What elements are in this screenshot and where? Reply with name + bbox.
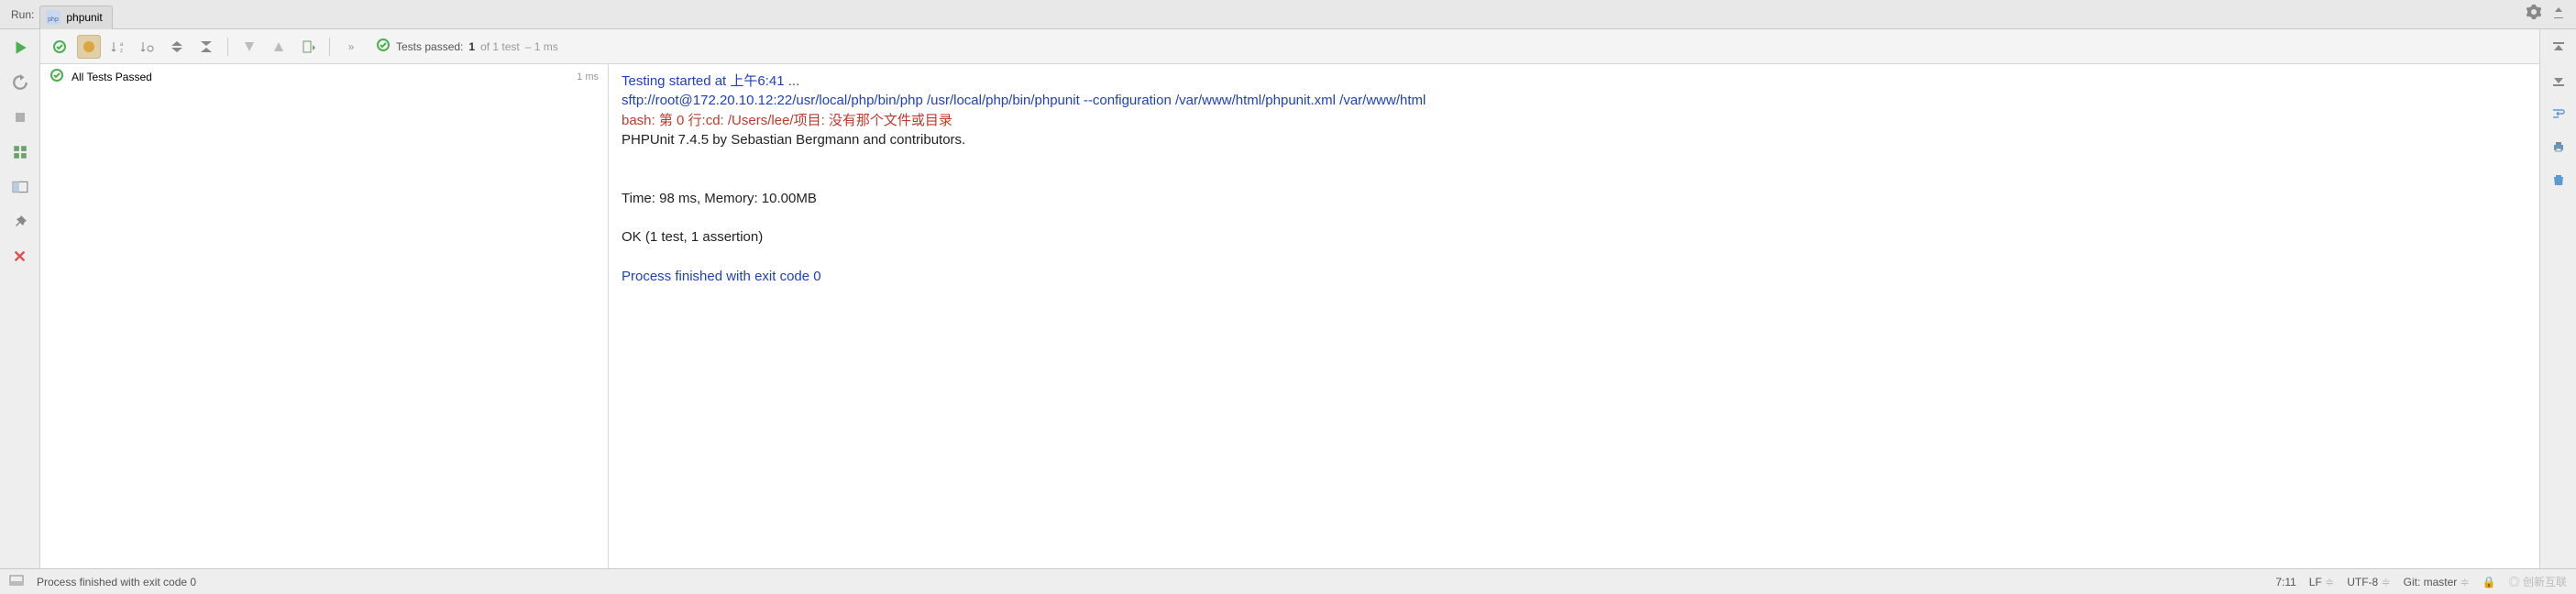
- tree-root-row[interactable]: All Tests Passed 1 ms: [40, 64, 608, 89]
- hide-toolwindow-icon[interactable]: [2547, 6, 2570, 22]
- expand-all-icon[interactable]: [165, 35, 189, 59]
- test-tree[interactable]: All Tests Passed 1 ms: [40, 64, 609, 568]
- show-passed-toggle[interactable]: [48, 35, 72, 59]
- test-summary: Tests passed: 1 of 1 test – 1 ms: [376, 38, 558, 55]
- console-line: PHPUnit 7.4.5 by Sebastian Bergmann and …: [622, 132, 965, 148]
- run-left-gutter: ✕: [0, 29, 40, 568]
- test-toolbar: az » Tests passed: 1 of 1 test – 1 ms: [40, 29, 2539, 64]
- check-icon: [376, 38, 391, 55]
- console-line: OK (1 test, 1 assertion): [622, 229, 763, 245]
- status-message: Process finished with exit code 0: [37, 576, 196, 588]
- console-line: Time: 98 ms, Memory: 10.00MB: [622, 191, 817, 206]
- svg-text:a: a: [120, 42, 124, 48]
- caret-position[interactable]: 7:11: [2275, 576, 2295, 588]
- console-line: Process finished with exit code 0: [622, 269, 821, 284]
- run-label: Run:: [6, 8, 39, 21]
- scroll-to-end-icon[interactable]: [2548, 70, 2570, 92]
- line-separator[interactable]: LF ≑: [2309, 576, 2334, 588]
- toggle-auto-test-icon[interactable]: [9, 72, 31, 94]
- print-icon[interactable]: [2548, 136, 2570, 158]
- status-bar: Process finished with exit code 0 7:11 L…: [0, 568, 2576, 594]
- trash-icon[interactable]: [2548, 169, 2570, 191]
- rerun-button[interactable]: [9, 37, 31, 59]
- sort-alphabetically-icon[interactable]: az: [106, 35, 130, 59]
- dump-threads-icon[interactable]: [9, 141, 31, 163]
- run-tab-phpunit[interactable]: php phpunit: [39, 6, 112, 29]
- export-results-icon[interactable]: [296, 35, 320, 59]
- check-icon: [50, 68, 64, 85]
- pin-icon[interactable]: [9, 211, 31, 233]
- file-encoding[interactable]: UTF-8 ≑: [2347, 576, 2390, 588]
- close-button[interactable]: ✕: [9, 246, 31, 268]
- run-tab-label: phpunit: [66, 11, 102, 24]
- stop-button[interactable]: [9, 106, 31, 128]
- console-right-gutter: [2539, 29, 2576, 568]
- summary-passed-count: 1: [468, 40, 475, 53]
- php-file-icon: php: [46, 10, 61, 25]
- svg-text:z: z: [120, 49, 123, 54]
- tree-root-time: 1 ms: [577, 72, 599, 82]
- console-line: sftp://root@172.20.10.12:22/usr/local/ph…: [622, 93, 1426, 108]
- run-toolwindow-header: Run: php phpunit: [0, 0, 2576, 29]
- console-output[interactable]: Testing started at 上午6:41 ... sftp://roo…: [609, 64, 2539, 568]
- previous-failed-icon[interactable]: [237, 35, 261, 59]
- show-ignored-toggle[interactable]: [77, 35, 101, 59]
- brand-badge: ◎ 创新互联: [2509, 574, 2567, 589]
- next-failed-icon[interactable]: [267, 35, 291, 59]
- git-branch[interactable]: Git: master ≑: [2404, 576, 2470, 588]
- summary-time: – 1 ms: [525, 40, 558, 53]
- lock-icon[interactable]: 🔒: [2482, 576, 2496, 588]
- tree-root-label: All Tests Passed: [72, 71, 152, 83]
- status-toolwindow-icon[interactable]: [9, 573, 24, 590]
- console-line: bash: 第 0 行:cd: /Users/lee/项目: 没有那个文件或目录: [622, 113, 952, 128]
- more-icon[interactable]: »: [339, 35, 363, 59]
- layout-icon[interactable]: [9, 176, 31, 198]
- collapse-all-icon[interactable]: [194, 35, 218, 59]
- summary-total: of 1 test: [480, 40, 520, 53]
- soft-wrap-icon[interactable]: [2548, 103, 2570, 125]
- svg-text:php: php: [49, 16, 60, 23]
- sort-by-duration-icon[interactable]: [136, 35, 160, 59]
- gear-icon[interactable]: [2521, 5, 2547, 24]
- scroll-to-top-icon[interactable]: [2548, 37, 2570, 59]
- console-line: Testing started at 上午6:41 ...: [622, 73, 799, 89]
- summary-prefix: Tests passed:: [396, 40, 463, 53]
